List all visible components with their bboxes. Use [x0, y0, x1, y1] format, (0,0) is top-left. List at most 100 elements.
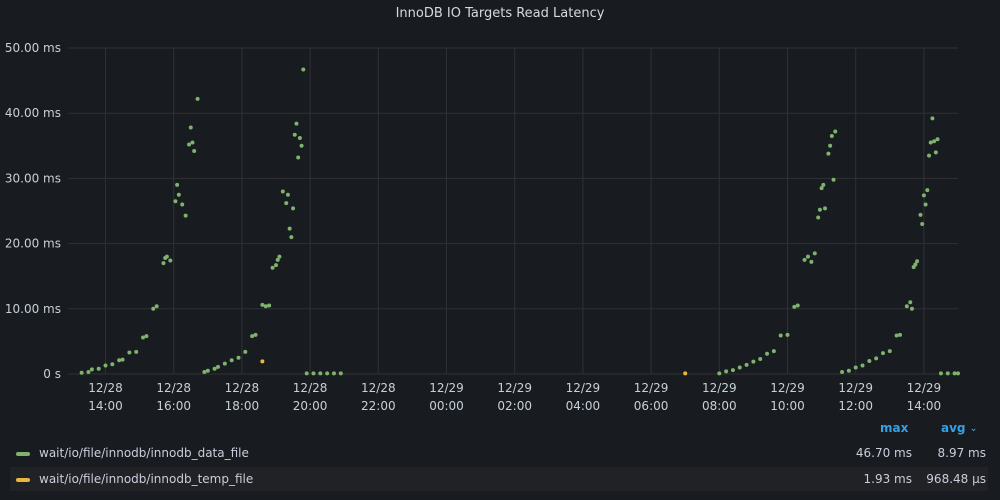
- data-point: [802, 257, 807, 262]
- data-point: [935, 137, 940, 142]
- y-axis-ticks: 0 s 10.00 ms 20.00 ms 30.00 ms 40.00 ms 50.00…: [5, 41, 61, 381]
- x-tick-date: 12/28: [293, 381, 328, 395]
- data-point: [840, 370, 845, 375]
- data-point: [908, 300, 913, 305]
- data-point: [823, 206, 828, 211]
- legend-avg-value: 968.48 µs: [926, 472, 986, 486]
- x-tick-time: 20:00: [293, 399, 328, 413]
- data-point: [89, 367, 94, 372]
- data-point: [831, 177, 836, 182]
- data-point: [120, 357, 125, 362]
- data-point: [925, 188, 930, 193]
- data-point: [250, 334, 255, 339]
- data-point: [280, 189, 285, 194]
- data-point: [216, 364, 221, 369]
- data-point: [222, 361, 227, 366]
- x-tick-time: 18:00: [225, 399, 260, 413]
- data-point: [805, 254, 810, 259]
- y-tick-label: 50.00 ms: [5, 41, 61, 55]
- data-point: [930, 116, 935, 121]
- data-point: [195, 96, 200, 101]
- data-point: [887, 349, 892, 354]
- data-point: [846, 368, 851, 373]
- data-point: [952, 371, 957, 376]
- legend-header-avg[interactable]: avg ⌄: [941, 421, 977, 435]
- data-point: [284, 201, 289, 206]
- legend-row-data-file[interactable]: wait/io/file/innodb/innodb_data_file 46.…: [10, 441, 988, 465]
- data-point: [151, 306, 156, 311]
- legend-max-value: 1.93 ms: [863, 472, 912, 486]
- data-point: [918, 212, 923, 217]
- data-point: [778, 333, 783, 338]
- data-point: [737, 365, 742, 370]
- data-point: [299, 143, 304, 148]
- data-point: [812, 251, 817, 256]
- data-point: [301, 67, 306, 72]
- x-tick-date: 12/29: [429, 381, 464, 395]
- legend-swatch: [16, 478, 30, 482]
- data-point: [809, 259, 814, 264]
- legend-header-max[interactable]: max: [880, 421, 908, 435]
- y-tick-label: 10.00 ms: [5, 302, 61, 316]
- x-tick-time: 14:00: [907, 399, 942, 413]
- data-point: [758, 357, 763, 362]
- data-point: [833, 129, 838, 134]
- data-point: [164, 254, 169, 259]
- data-point: [202, 370, 207, 375]
- data-point: [260, 359, 265, 364]
- x-tick-date: 12/29: [566, 381, 601, 395]
- data-point: [915, 259, 920, 264]
- data-point: [144, 334, 149, 339]
- data-point: [96, 366, 101, 371]
- data-point: [904, 304, 909, 309]
- data-point: [909, 306, 914, 311]
- data-point: [86, 370, 91, 375]
- data-point: [180, 202, 185, 207]
- x-tick-date: 12/29: [497, 381, 532, 395]
- x-tick-time: 00:00: [429, 399, 464, 413]
- data-point: [297, 135, 302, 140]
- data-point: [236, 355, 241, 360]
- data-point: [291, 206, 296, 211]
- grid-lines: [68, 47, 958, 375]
- legend-swatch: [16, 452, 30, 456]
- x-tick-date: 12/29: [907, 381, 942, 395]
- y-tick-label: 20.00 ms: [5, 237, 61, 251]
- data-point: [176, 192, 181, 197]
- data-point: [860, 363, 865, 368]
- data-point: [161, 261, 166, 266]
- data-point: [188, 125, 193, 130]
- data-point: [253, 332, 258, 337]
- data-point: [867, 358, 872, 363]
- data-point: [792, 304, 797, 309]
- data-point: [933, 150, 938, 155]
- data-point: [263, 304, 268, 309]
- x-tick-time: 14:00: [88, 399, 123, 413]
- data-point: [923, 202, 928, 207]
- scatter-chart: 0 s 10.00 ms 20.00 ms 30.00 ms 40.00 ms 50.00…: [5, 41, 960, 413]
- data-point: [744, 362, 749, 367]
- y-tick-label: 30.00 ms: [5, 171, 61, 185]
- data-point: [187, 142, 192, 147]
- x-tick-date: 12/28: [361, 381, 396, 395]
- data-point: [79, 370, 84, 375]
- data-point: [817, 207, 822, 212]
- data-point: [921, 193, 926, 198]
- x-tick-date: 12/28: [88, 381, 123, 395]
- y-tick-label: 0 s: [43, 367, 61, 381]
- data-point: [277, 254, 282, 259]
- data-point: [304, 371, 309, 376]
- chevron-down-icon: ⌄: [969, 424, 978, 434]
- data-point: [828, 143, 833, 148]
- data-point: [141, 335, 146, 340]
- data-point: [920, 222, 925, 227]
- data-point: [274, 263, 279, 268]
- data-point: [771, 349, 776, 354]
- legend-row-temp-file[interactable]: wait/io/file/innodb/innodb_temp_file 1.9…: [10, 467, 988, 491]
- data-point: [287, 226, 292, 231]
- data-point: [816, 215, 821, 220]
- data-point: [267, 303, 272, 308]
- x-tick-time: 06:00: [634, 399, 669, 413]
- data-point: [853, 365, 858, 370]
- y-tick-label: 40.00 ms: [5, 106, 61, 120]
